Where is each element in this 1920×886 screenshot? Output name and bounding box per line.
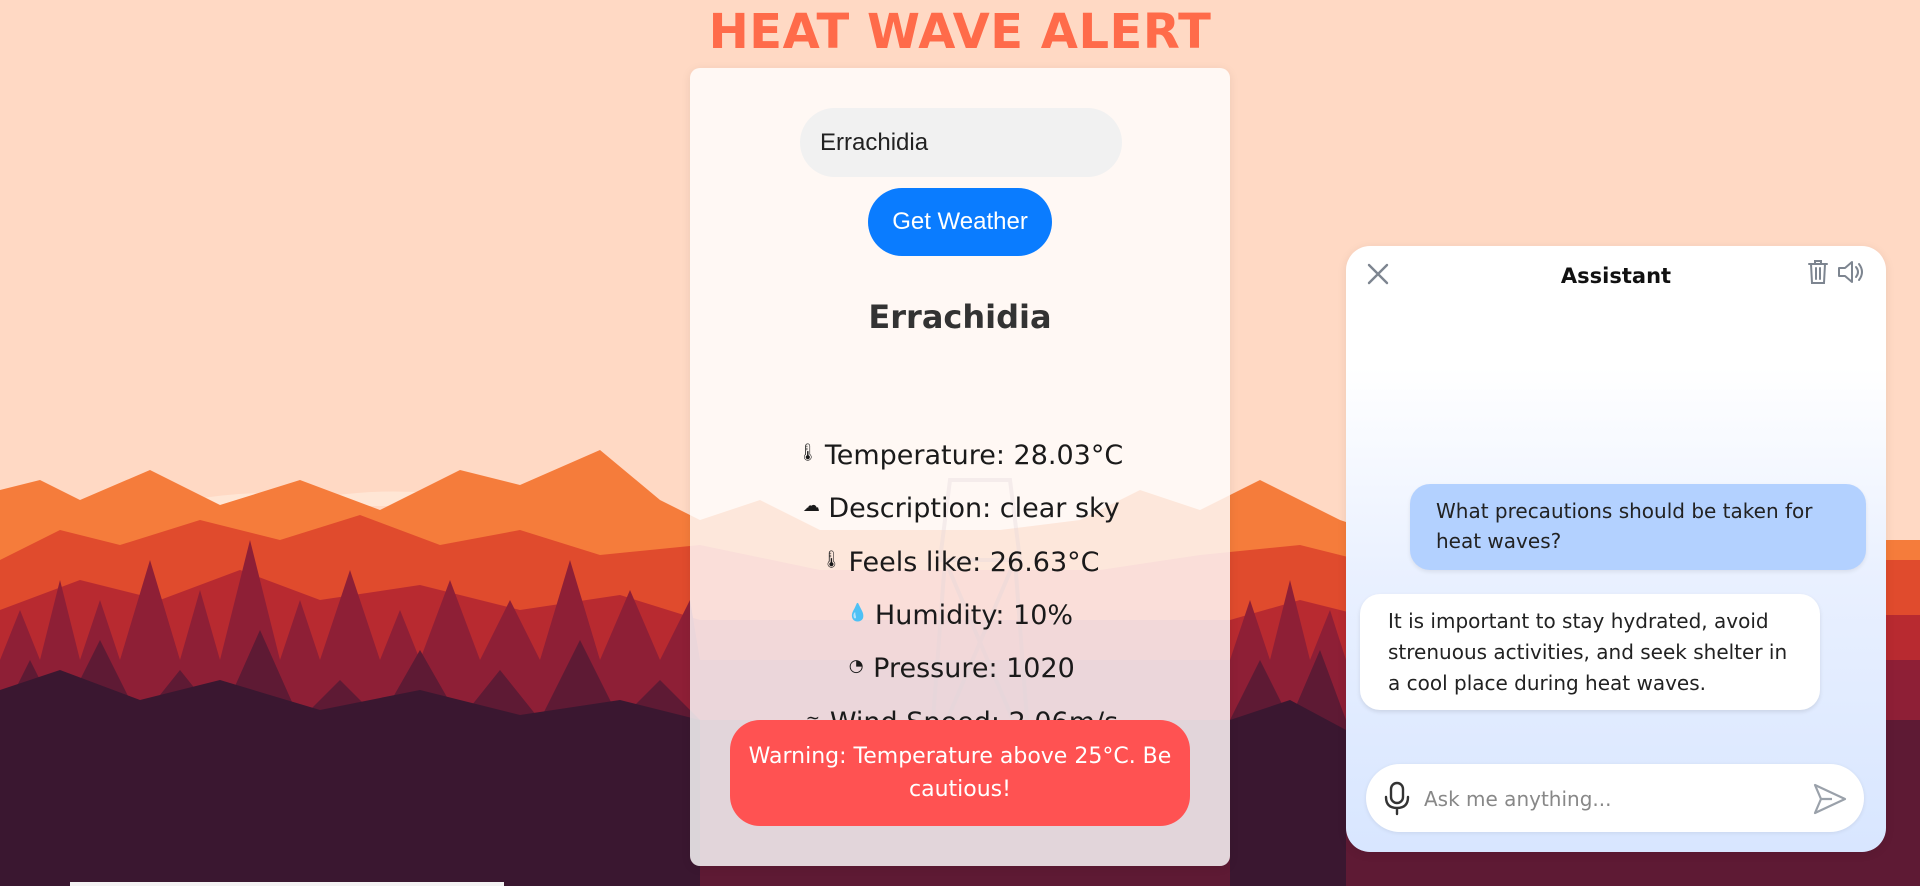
droplet-icon: 💧: [847, 603, 869, 623]
chat-message-assistant: It is important to stay hydrated, avoid …: [1360, 594, 1820, 710]
stat-text: Humidity: 10%: [874, 600, 1074, 631]
stat-pressure: ◔ Pressure: 1020: [690, 653, 1230, 684]
cloud-icon: ☁: [802, 496, 820, 516]
microphone-icon[interactable]: [1380, 780, 1414, 816]
stat-text: Description: clear sky: [828, 493, 1120, 524]
stat-humidity: 💧 Humidity: 10%: [690, 600, 1230, 631]
gauge-icon: ◔: [848, 656, 864, 676]
stat-text: Pressure: 1020: [873, 653, 1075, 684]
stat-feels-like: 🌡 Feels like: 26.63°C: [690, 547, 1230, 578]
get-weather-button[interactable]: Get Weather: [868, 188, 1052, 256]
thermometer-icon: 🌡: [820, 550, 843, 570]
heat-warning-banner: Warning: Temperature above 25°C. Be caut…: [730, 720, 1190, 826]
trash-icon[interactable]: [1806, 258, 1830, 286]
assistant-title: Assistant: [1560, 264, 1672, 288]
speaker-icon[interactable]: [1836, 258, 1868, 286]
thermometer-icon: 🌡: [797, 443, 819, 463]
chat-message-user: What precautions should be taken for hea…: [1410, 484, 1866, 570]
assistant-panel: Assistant What precautions should be tak…: [1346, 246, 1886, 852]
stat-text: Temperature: 28.03°C: [824, 440, 1124, 471]
weather-card: Get Weather Errachidia 🌡Temperature: 28.…: [690, 68, 1230, 866]
bottom-strip: [70, 882, 504, 886]
stat-description: ☁ Description: clear sky: [690, 493, 1230, 524]
chat-input[interactable]: [1422, 774, 1786, 824]
city-input[interactable]: [800, 108, 1122, 177]
stat-text: Feels like: 26.63°C: [848, 547, 1100, 578]
send-icon[interactable]: [1812, 782, 1848, 816]
stat-temperature: 🌡 Temperature: 28.03°C: [690, 440, 1230, 471]
chat-input-bar: [1366, 764, 1864, 832]
page-title: HEAT WAVE ALERT: [708, 4, 1212, 60]
city-name: Errachidia: [868, 298, 1052, 336]
